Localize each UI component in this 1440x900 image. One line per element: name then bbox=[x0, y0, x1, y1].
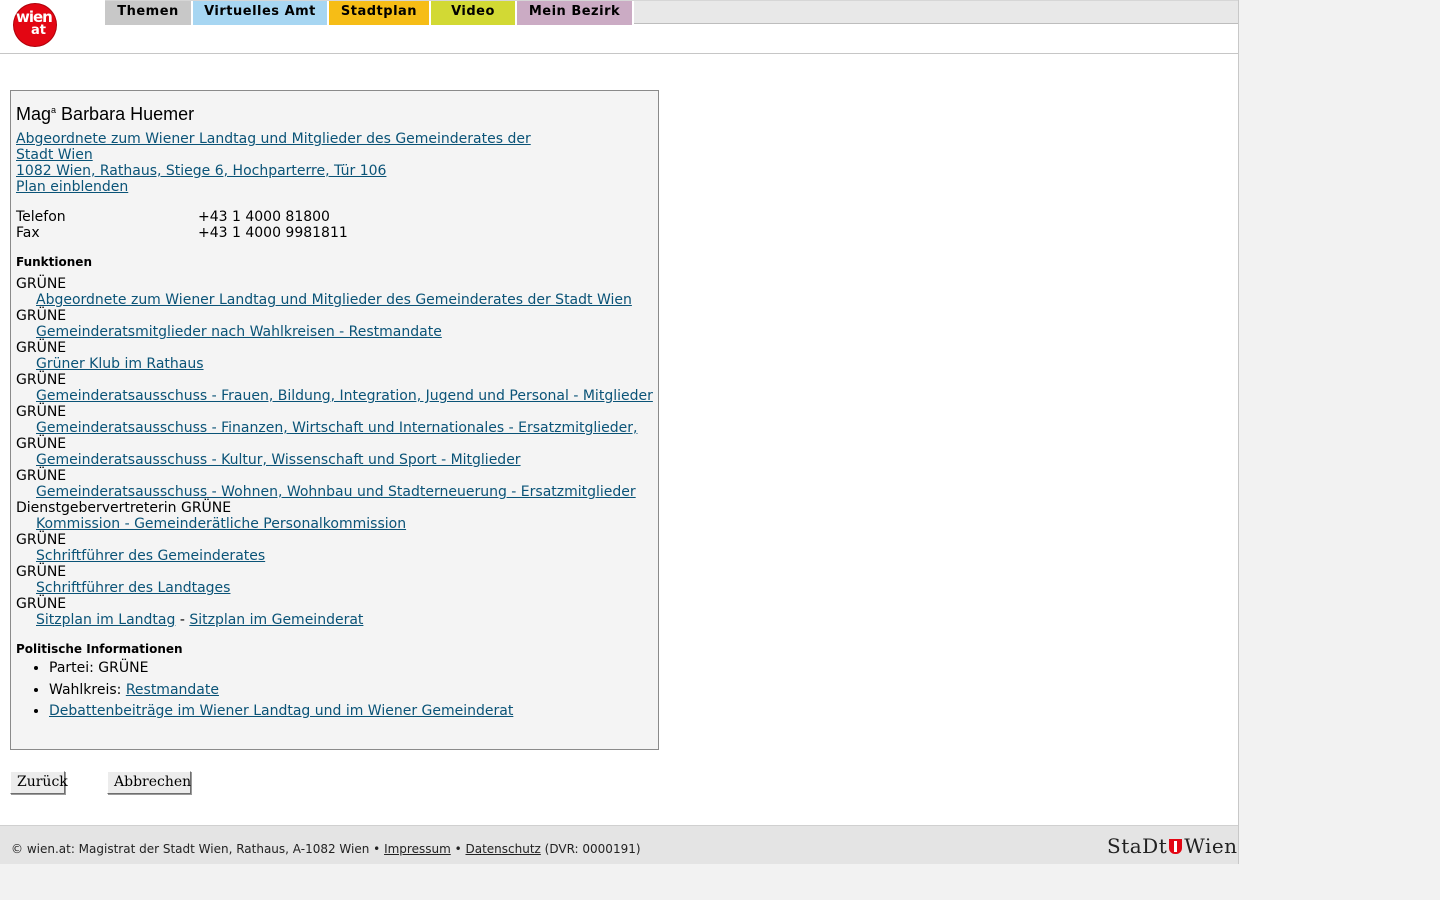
political-info-list: Partei: GRÜNE Wahlkreis: Restmandate Deb… bbox=[16, 658, 513, 723]
fax-label: Fax bbox=[16, 225, 40, 241]
function-link[interactable]: Gemeinderatsausschuss - Finanzen, Wirtsc… bbox=[36, 420, 637, 436]
phone-label: Telefon bbox=[16, 209, 66, 225]
wien-at-logo[interactable]: wien at bbox=[14, 4, 56, 46]
name-text: Barbara Huemer bbox=[61, 104, 195, 124]
tab-virtuelles-amt[interactable]: Virtuelles Amt bbox=[193, 1, 329, 25]
tab-stadtplan[interactable]: Stadtplan bbox=[329, 1, 431, 25]
seating-plan-gemeinderat-link[interactable]: Sitzplan im Gemeinderat bbox=[189, 612, 363, 628]
function-role: GRÜNE bbox=[16, 468, 67, 484]
logo-text-bottom: at bbox=[31, 23, 46, 38]
profile-box: Maga Barbara Huemer Abgeordnete zum Wien… bbox=[10, 90, 659, 750]
list-item: Wahlkreis: Restmandate bbox=[49, 680, 513, 702]
header-divider bbox=[0, 53, 1238, 54]
page: wien at Themen Virtuelles Amt Stadtplan … bbox=[0, 0, 1239, 864]
function-link[interactable]: Abgeordnete zum Wiener Landtag und Mitgl… bbox=[36, 292, 632, 308]
function-link[interactable]: Gemeinderatsmitglieder nach Wahlkreisen … bbox=[36, 324, 442, 340]
function-role: GRÜNE bbox=[16, 596, 67, 612]
logo-word-stadt: StaDt bbox=[1107, 834, 1168, 858]
footer-text: © wien.at: Magistrat der Stadt Wien, Rat… bbox=[11, 842, 641, 856]
function-link[interactable]: Kommission - Gemeinderätliche Personalko… bbox=[36, 516, 406, 532]
main-navigation: Themen Virtuelles Amt Stadtplan Video Me… bbox=[105, 0, 1238, 25]
footer-dvr: (DVR: 0000191) bbox=[540, 842, 641, 856]
function-role: GRÜNE bbox=[16, 532, 67, 548]
function-role: GRÜNE bbox=[16, 308, 67, 324]
function-role: GRÜNE bbox=[16, 340, 67, 356]
district-link[interactable]: Restmandate bbox=[126, 682, 219, 698]
tab-themen[interactable]: Themen bbox=[105, 1, 193, 25]
stadt-wien-logo[interactable]: StaDt Wien bbox=[1107, 834, 1238, 858]
name-prefix-sup: a bbox=[51, 105, 57, 115]
footer-bullet: • bbox=[450, 842, 466, 856]
role-link-line1[interactable]: Abgeordnete zum Wiener Landtag und Mitgl… bbox=[16, 131, 531, 147]
functions-heading: Funktionen bbox=[16, 255, 92, 269]
wien-shield-icon bbox=[1169, 839, 1183, 854]
datenschutz-link[interactable]: Datenschutz bbox=[465, 842, 540, 856]
footer-copyright: © wien.at: Magistrat der Stadt Wien, Rat… bbox=[11, 842, 385, 856]
function-role: Dienstgebervertreterin GRÜNE bbox=[16, 500, 232, 516]
tab-mein-bezirk[interactable]: Mein Bezirk bbox=[517, 1, 634, 25]
tab-video[interactable]: Video bbox=[431, 1, 517, 25]
party-text: Partei: GRÜNE bbox=[49, 660, 149, 676]
debates-link[interactable]: Debattenbeiträge im Wiener Landtag und i… bbox=[49, 703, 513, 719]
function-role: GRÜNE bbox=[16, 276, 67, 292]
link-separator: - bbox=[175, 612, 190, 628]
address-link[interactable]: 1082 Wien, Rathaus, Stiege 6, Hochparter… bbox=[16, 163, 386, 179]
function-role: GRÜNE bbox=[16, 436, 67, 452]
seating-plan-links: Sitzplan im Landtag - Sitzplan im Gemein… bbox=[36, 612, 363, 628]
function-link[interactable]: Schriftführer des Gemeinderates bbox=[36, 548, 265, 564]
function-link[interactable]: Gemeinderatsausschuss - Frauen, Bildung,… bbox=[36, 388, 653, 404]
show-map-link[interactable]: Plan einblenden bbox=[16, 179, 128, 195]
fax-value: +43 1 4000 9981811 bbox=[198, 225, 348, 241]
person-name: Maga Barbara Huemer bbox=[16, 104, 194, 125]
footer: © wien.at: Magistrat der Stadt Wien, Rat… bbox=[0, 825, 1238, 864]
name-prefix: Mag bbox=[16, 104, 52, 124]
function-role: GRÜNE bbox=[16, 564, 67, 580]
function-role: GRÜNE bbox=[16, 372, 67, 388]
list-item: Partei: GRÜNE bbox=[49, 658, 513, 680]
role-link-line2[interactable]: Stadt Wien bbox=[16, 147, 93, 163]
seating-plan-landtag-link[interactable]: Sitzplan im Landtag bbox=[36, 612, 175, 628]
impressum-link[interactable]: Impressum bbox=[384, 842, 451, 856]
function-link[interactable]: Grüner Klub im Rathaus bbox=[36, 356, 204, 372]
political-info-heading: Politische Informationen bbox=[16, 642, 183, 656]
phone-value: +43 1 4000 81800 bbox=[198, 209, 330, 225]
function-role: GRÜNE bbox=[16, 404, 67, 420]
function-link[interactable]: Gemeinderatsausschuss - Wohnen, Wohnbau … bbox=[36, 484, 636, 500]
logo-word-wien: Wien bbox=[1184, 834, 1238, 858]
function-link[interactable]: Schriftführer des Landtages bbox=[36, 580, 230, 596]
district-label: Wahlkreis: bbox=[49, 681, 126, 698]
cancel-button[interactable]: Abbrechen bbox=[107, 771, 191, 794]
list-item: Debattenbeiträge im Wiener Landtag und i… bbox=[49, 701, 513, 723]
function-link[interactable]: Gemeinderatsausschuss - Kultur, Wissensc… bbox=[36, 452, 521, 468]
back-button[interactable]: Zurück bbox=[10, 771, 68, 794]
